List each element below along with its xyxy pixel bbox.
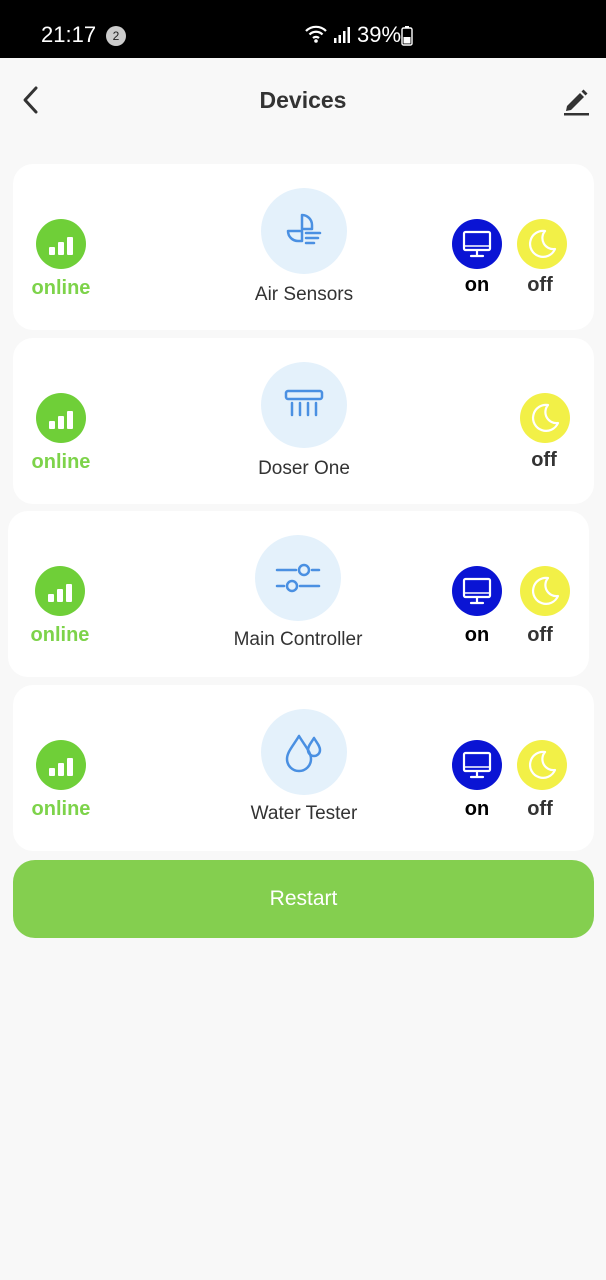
battery-icon xyxy=(401,26,413,51)
device-card-water-tester[interactable]: online Water Tester on off xyxy=(13,685,594,851)
status-time: 21:17 xyxy=(41,22,97,47)
moon-icon xyxy=(531,403,560,432)
monitor-icon xyxy=(462,751,492,779)
power-on-button[interactable] xyxy=(452,566,502,616)
wifi-icon xyxy=(304,24,328,49)
power-off-label: off xyxy=(531,449,557,471)
signal-bars-icon xyxy=(36,740,86,790)
power-on-label: on xyxy=(464,274,490,296)
signal-bars-icon xyxy=(36,219,86,269)
power-off-label: off xyxy=(527,274,553,296)
status-label: online xyxy=(31,277,91,299)
power-off-button[interactable] xyxy=(517,219,567,269)
cellular-signal-icon xyxy=(333,26,351,49)
device-status: online xyxy=(20,566,100,647)
status-label: online xyxy=(31,451,91,473)
edit-button[interactable] xyxy=(561,84,591,116)
power-on-label: on xyxy=(464,798,490,820)
device-status: online xyxy=(21,393,101,474)
moon-icon xyxy=(528,750,557,779)
monitor-icon xyxy=(462,230,492,258)
power-off-label: off xyxy=(527,624,553,646)
status-bar: 21:17 2 39% xyxy=(0,0,606,58)
power-on-label: on xyxy=(464,624,490,646)
monitor-icon xyxy=(462,577,492,605)
device-name: Doser One xyxy=(258,458,350,479)
device-name: Water Tester xyxy=(250,803,358,824)
page-title: Devices xyxy=(259,87,347,113)
power-off-label: off xyxy=(527,798,553,820)
device-card-main-controller[interactable]: online Main Controller on off xyxy=(8,511,589,677)
device-name: Air Sensors xyxy=(254,284,354,305)
restart-button[interactable]: Restart xyxy=(13,860,594,938)
signal-bars-icon xyxy=(36,393,86,443)
power-off-button[interactable] xyxy=(520,566,570,616)
power-on-button[interactable] xyxy=(452,219,502,269)
status-label: online xyxy=(30,624,90,646)
signal-bars-icon xyxy=(35,566,85,616)
app-header: Devices xyxy=(0,58,606,144)
power-off-button[interactable] xyxy=(520,393,570,443)
power-off-button[interactable] xyxy=(517,740,567,790)
device-status: online xyxy=(21,219,101,300)
pencil-icon xyxy=(564,89,589,116)
device-card-air-sensors[interactable]: online Air Sensors on off xyxy=(13,164,594,330)
doser-icon xyxy=(261,362,347,448)
status-label: online xyxy=(31,798,91,820)
sliders-icon xyxy=(255,535,341,621)
notification-count-badge: 2 xyxy=(106,26,126,46)
fan-icon xyxy=(261,188,347,274)
device-status: online xyxy=(21,740,101,821)
water-drop-icon xyxy=(261,709,347,795)
moon-icon xyxy=(531,576,560,605)
power-on-button[interactable] xyxy=(452,740,502,790)
battery-percent: 39% xyxy=(357,22,402,47)
device-name: Main Controller xyxy=(233,629,363,650)
moon-icon xyxy=(528,229,557,258)
device-card-doser-one[interactable]: online Doser One off xyxy=(13,338,594,504)
